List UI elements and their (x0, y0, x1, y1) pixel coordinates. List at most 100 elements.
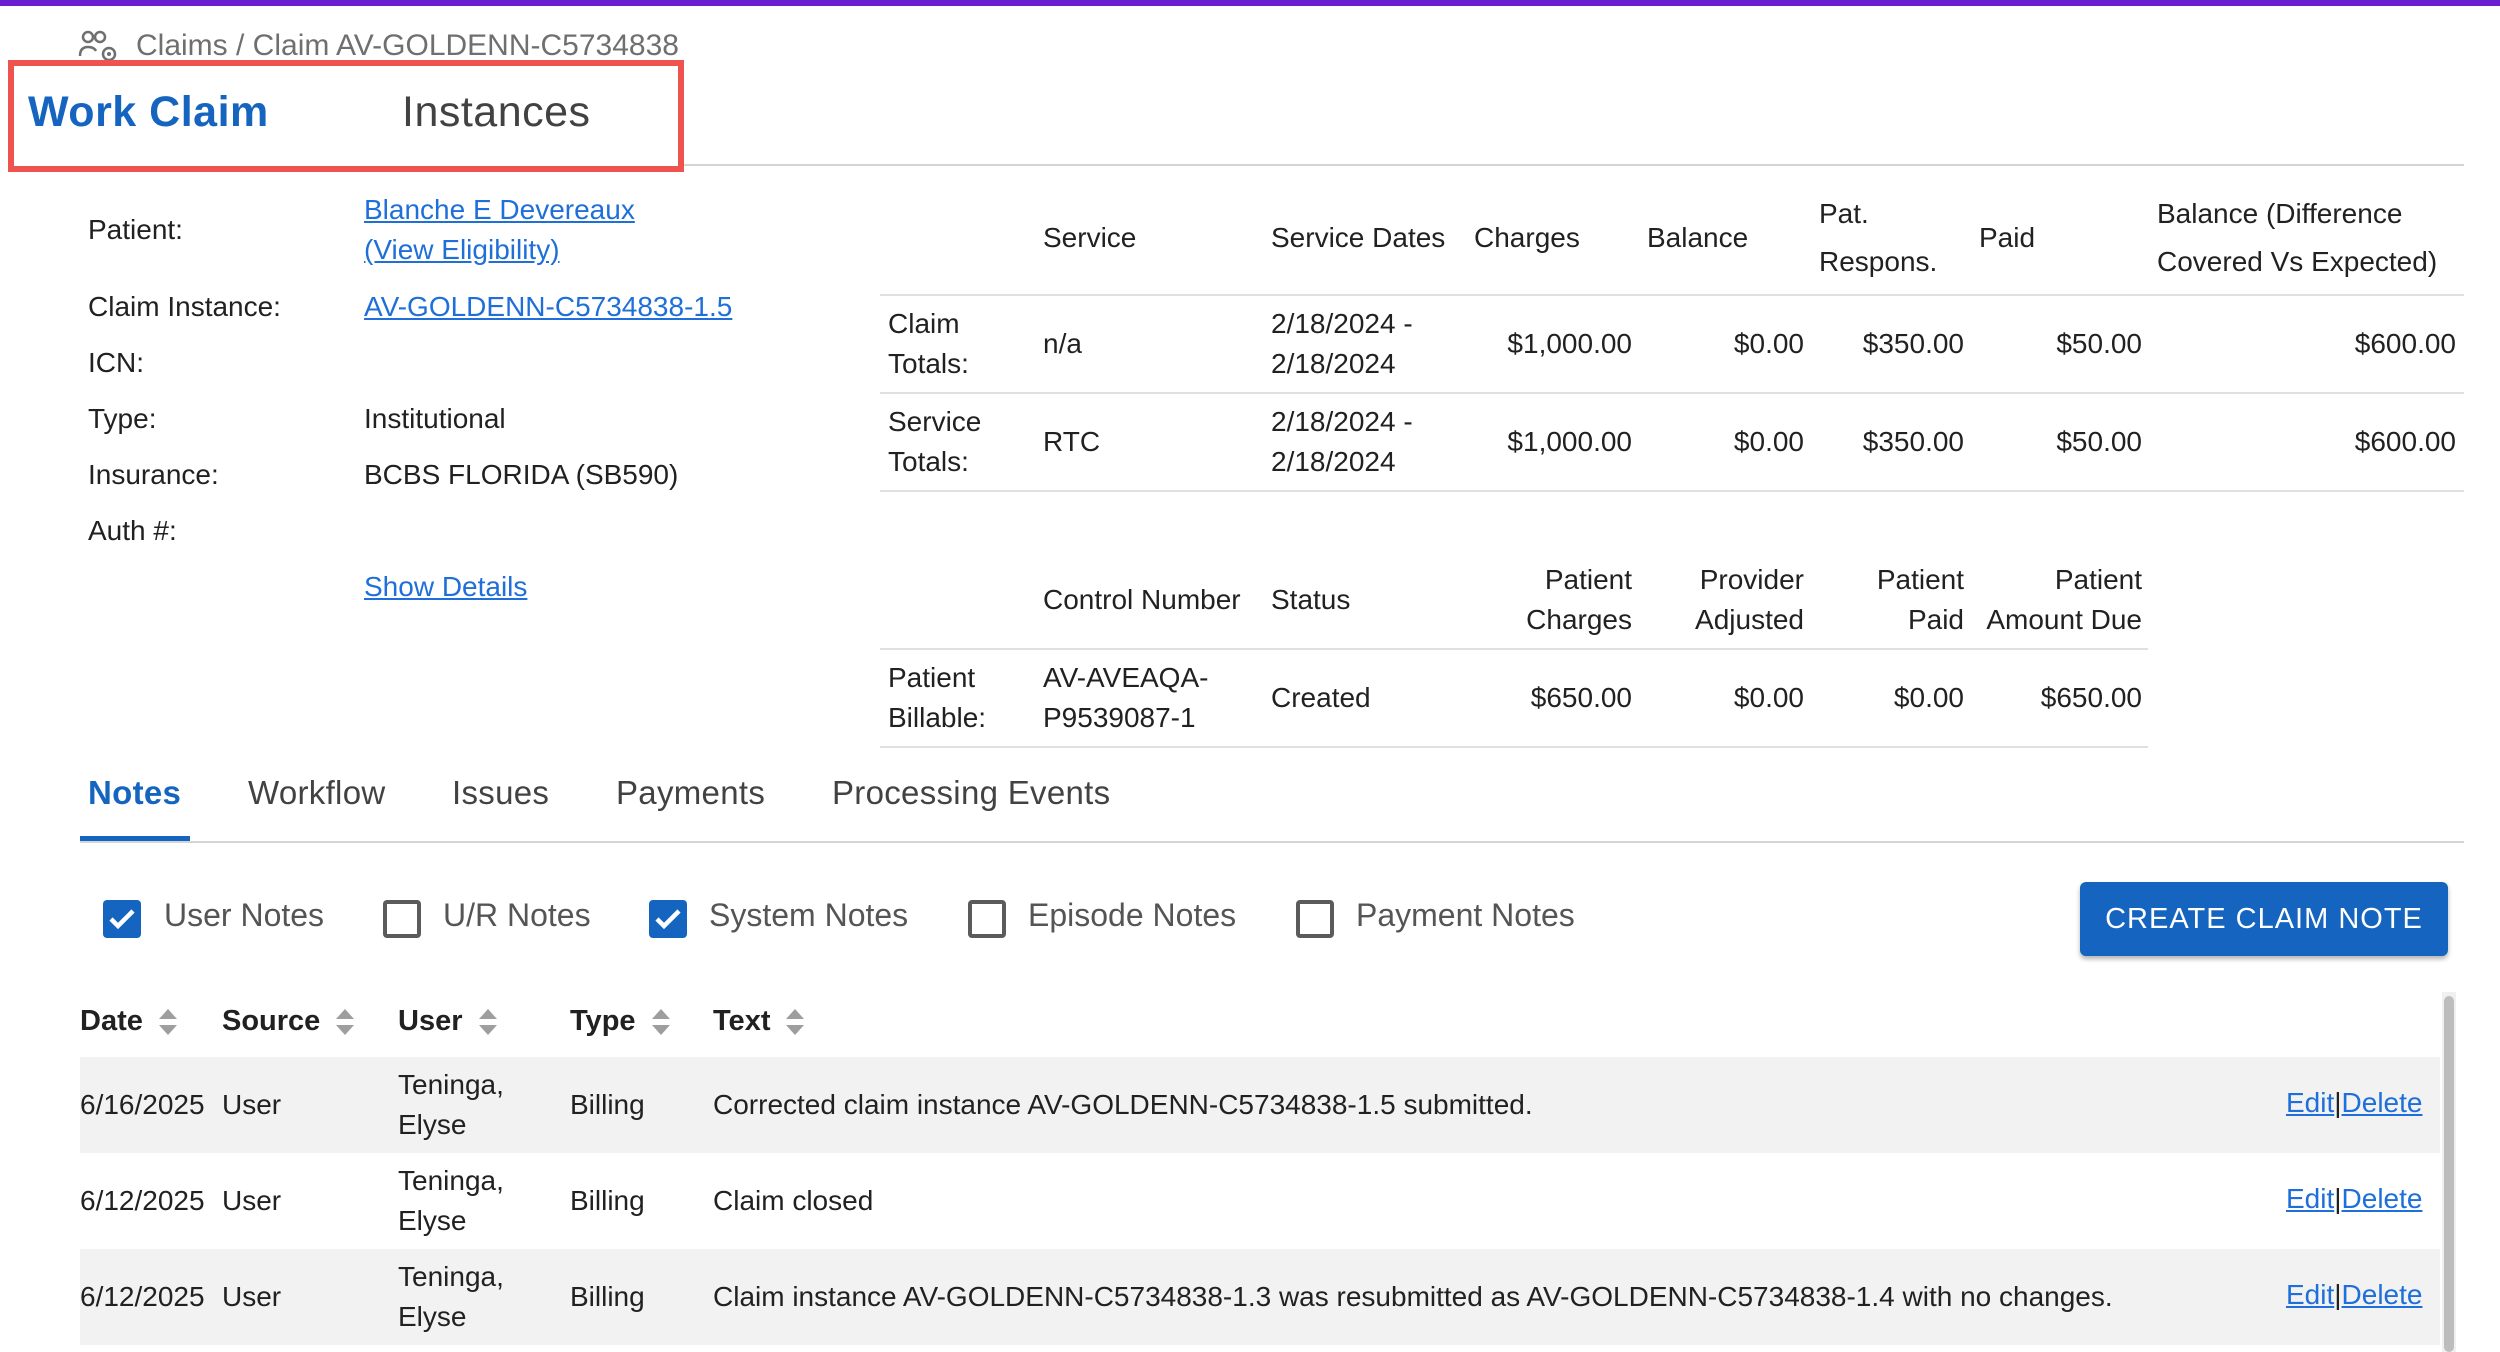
sort-icon (786, 1008, 805, 1035)
note-type: Billing (570, 1089, 645, 1120)
edit-link[interactable]: Edit (2286, 1279, 2334, 1310)
tab-issues[interactable]: Issues (452, 774, 549, 812)
edit-link[interactable]: Edit (2286, 1183, 2334, 1214)
table-row: 6/16/2025 User Teninga, Elyse Billing Co… (80, 1057, 2440, 1153)
note-date: 6/12/2025 (80, 1185, 205, 1216)
create-claim-note-button[interactable]: CREATE CLAIM NOTE (2080, 882, 2448, 956)
pat-respons-value: $350.00 (1862, 328, 1964, 359)
type-value: Institutional (364, 403, 506, 434)
check-icon (655, 909, 681, 930)
sort-icon (651, 1008, 670, 1035)
col-text-label: Text (713, 1005, 771, 1037)
payment-notes-label[interactable]: Payment Notes (1356, 897, 1575, 934)
col-header-source[interactable]: Source (222, 1005, 356, 1038)
delete-link[interactable]: Delete (2342, 1087, 2423, 1118)
system-notes-label[interactable]: System Notes (709, 897, 908, 934)
edit-link[interactable]: Edit (2286, 1087, 2334, 1118)
service-date-2: 2/18/2024 (1271, 446, 1396, 477)
col-header-date[interactable]: Date (80, 1005, 179, 1038)
row-label-1: Patient (888, 662, 976, 693)
patient-label: Patient: (88, 214, 183, 245)
action-separator: | (2334, 1183, 2342, 1214)
ur-notes-label[interactable]: U/R Notes (443, 897, 591, 934)
col-header-user[interactable]: User (398, 1005, 499, 1038)
note-user-2: Elyse (398, 1205, 467, 1236)
view-eligibility-link[interactable]: (View Eligibility) (364, 234, 560, 266)
system-notes-checkbox[interactable] (649, 900, 687, 938)
col-service-dates: Service Dates (1271, 222, 1446, 253)
note-user-1: Teninga, (398, 1069, 504, 1100)
row-label-2: Totals: (888, 348, 969, 379)
col-balance: Balance (1647, 222, 1749, 253)
service-date-1: 2/18/2024 - (1271, 406, 1413, 437)
pat-respons-value: $350.00 (1862, 426, 1964, 457)
breadcrumb-text[interactable]: Claims / Claim AV-GOLDENN-C5734838 (136, 29, 679, 63)
note-source: User (222, 1281, 282, 1312)
col-date-label: Date (80, 1005, 143, 1037)
tabs-divider (684, 164, 2464, 166)
col-balance-diff-2: Covered Vs Expected) (2157, 246, 2438, 277)
note-source: User (222, 1089, 282, 1120)
table-row: 6/12/2025 User Teninga, Elyse Billing Cl… (80, 1249, 2440, 1345)
paid-value: $50.00 (2056, 328, 2142, 359)
col-service: Service (1043, 222, 1137, 253)
service-date-1: 2/18/2024 - (1271, 308, 1413, 339)
charges-value: $1,000.00 (1507, 328, 1632, 359)
service-value: n/a (1043, 328, 1082, 359)
row-divider (880, 490, 2464, 492)
tab-processing-events[interactable]: Processing Events (832, 774, 1110, 812)
service-date-2: 2/18/2024 (1271, 348, 1396, 379)
row-actions: Edit|Delete (2286, 1279, 2422, 1311)
ur-notes-checkbox[interactable] (383, 900, 421, 938)
sort-icon (158, 1008, 177, 1035)
balance-diff-value: $600.00 (2354, 328, 2456, 359)
col-user-label: User (398, 1005, 463, 1037)
delete-link[interactable]: Delete (2342, 1183, 2423, 1214)
row-label-1: Service (888, 406, 982, 437)
control-number-1: AV-AVEAQA- (1043, 662, 1209, 693)
col-header-text[interactable]: Text (713, 1005, 806, 1038)
claim-instance-link[interactable]: AV-GOLDENN-C5734838-1.5 (364, 291, 732, 323)
note-user-2: Elyse (398, 1301, 467, 1332)
col-provider-adjusted-2: Adjusted (1695, 604, 1804, 635)
service-value: RTC (1043, 426, 1101, 457)
sort-icon (478, 1008, 497, 1035)
note-user-1: Teninga, (398, 1261, 504, 1292)
claim-instance-label: Claim Instance: (88, 291, 281, 322)
tab-workflow[interactable]: Workflow (248, 774, 385, 812)
row-divider (880, 746, 2148, 748)
notes-scrollbar-thumb[interactable] (2444, 996, 2454, 1352)
insurance-value: BCBS FLORIDA (SB590) (364, 459, 679, 490)
col-charges: Charges (1474, 222, 1580, 253)
episode-notes-label[interactable]: Episode Notes (1028, 897, 1236, 934)
status-value: Created (1271, 682, 1371, 713)
table-row: 6/12/2025 User Teninga, Elyse Billing Cl… (80, 1153, 2440, 1249)
user-notes-label[interactable]: User Notes (164, 897, 324, 934)
action-separator: | (2334, 1279, 2342, 1310)
patient-amount-due-value: $650.00 (2040, 682, 2142, 713)
col-patient-paid-1: Patient (1876, 564, 1964, 595)
user-notes-checkbox[interactable] (103, 900, 141, 938)
icn-label: ICN: (88, 347, 144, 378)
patient-name-link[interactable]: Blanche E Devereaux (364, 194, 635, 226)
note-text: Claim closed (713, 1185, 874, 1216)
action-separator: | (2334, 1087, 2342, 1118)
tab-work-claim[interactable]: Work Claim (28, 88, 269, 137)
show-details-link[interactable]: Show Details (364, 571, 527, 603)
col-header-type[interactable]: Type (570, 1005, 672, 1038)
payment-notes-checkbox[interactable] (1296, 900, 1334, 938)
tab-instances[interactable]: Instances (402, 88, 591, 137)
row-label-2: Totals: (888, 446, 969, 477)
note-source: User (222, 1185, 282, 1216)
col-balance-diff-1: Balance (Difference (2157, 198, 2403, 229)
col-patient-amount-due-1: Patient (2054, 564, 2142, 595)
episode-notes-checkbox[interactable] (968, 900, 1006, 938)
tab-payments[interactable]: Payments (616, 774, 765, 812)
col-pat-respons-2: Respons. (1819, 246, 1938, 277)
note-date: 6/12/2025 (80, 1281, 205, 1312)
delete-link[interactable]: Delete (2342, 1279, 2423, 1310)
provider-adjusted-value: $0.00 (1733, 682, 1804, 713)
col-patient-amount-due-2: Amount Due (1986, 604, 2142, 635)
tab-notes[interactable]: Notes (88, 774, 181, 812)
charges-value: $1,000.00 (1507, 426, 1632, 457)
